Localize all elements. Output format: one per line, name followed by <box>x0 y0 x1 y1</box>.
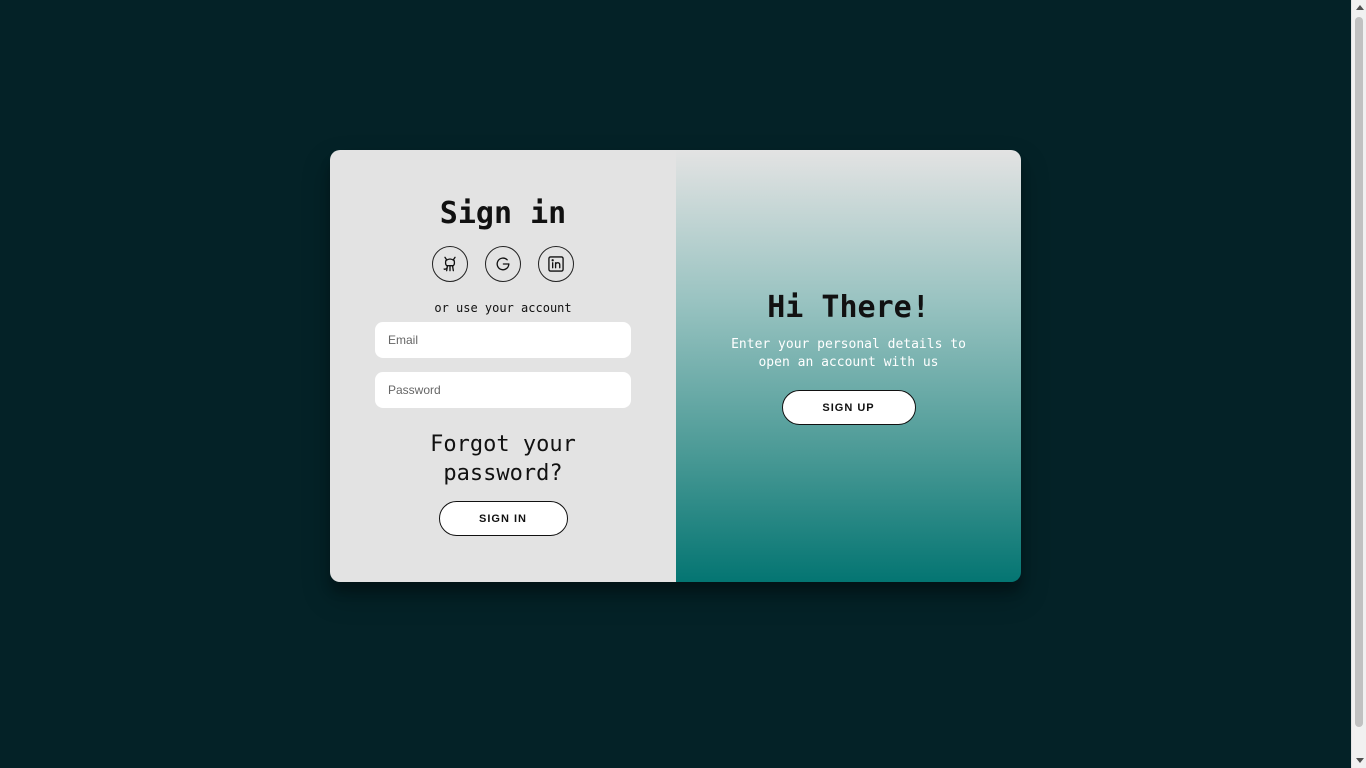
scroll-down-arrow[interactable] <box>1352 753 1366 768</box>
linkedin-icon <box>548 256 564 272</box>
sign-up-button[interactable]: SIGN UP <box>781 390 916 425</box>
github-icon <box>443 256 456 272</box>
password-field[interactable] <box>375 372 631 408</box>
triangle-up-icon <box>1355 5 1364 10</box>
auth-card: Sign in or use your account Email Forgot… <box>330 150 1021 582</box>
github-button[interactable] <box>432 246 468 282</box>
alt-signin-text: or use your account <box>434 301 572 315</box>
linkedin-button[interactable] <box>538 246 574 282</box>
triangle-down-icon <box>1355 758 1364 763</box>
signin-title: Sign in <box>439 196 567 231</box>
google-button[interactable] <box>485 246 521 282</box>
scroll-up-arrow[interactable] <box>1352 0 1366 15</box>
overlay-panel: Hi There! Enter your personal details to… <box>676 150 1021 582</box>
google-icon <box>496 257 510 271</box>
overlay-title: Hi There! <box>767 290 930 325</box>
scroll-thumb[interactable] <box>1355 17 1363 727</box>
overlay-description: Enter your personal details to open an a… <box>731 337 966 370</box>
email-field[interactable] <box>375 322 631 358</box>
social-buttons <box>432 246 574 282</box>
sign-in-button[interactable]: SIGN IN <box>438 501 568 536</box>
forgot-password-link[interactable]: Forgot your password? <box>403 430 603 488</box>
signin-panel: Sign in or use your account Email Forgot… <box>330 150 676 582</box>
vertical-scrollbar[interactable] <box>1351 0 1366 768</box>
